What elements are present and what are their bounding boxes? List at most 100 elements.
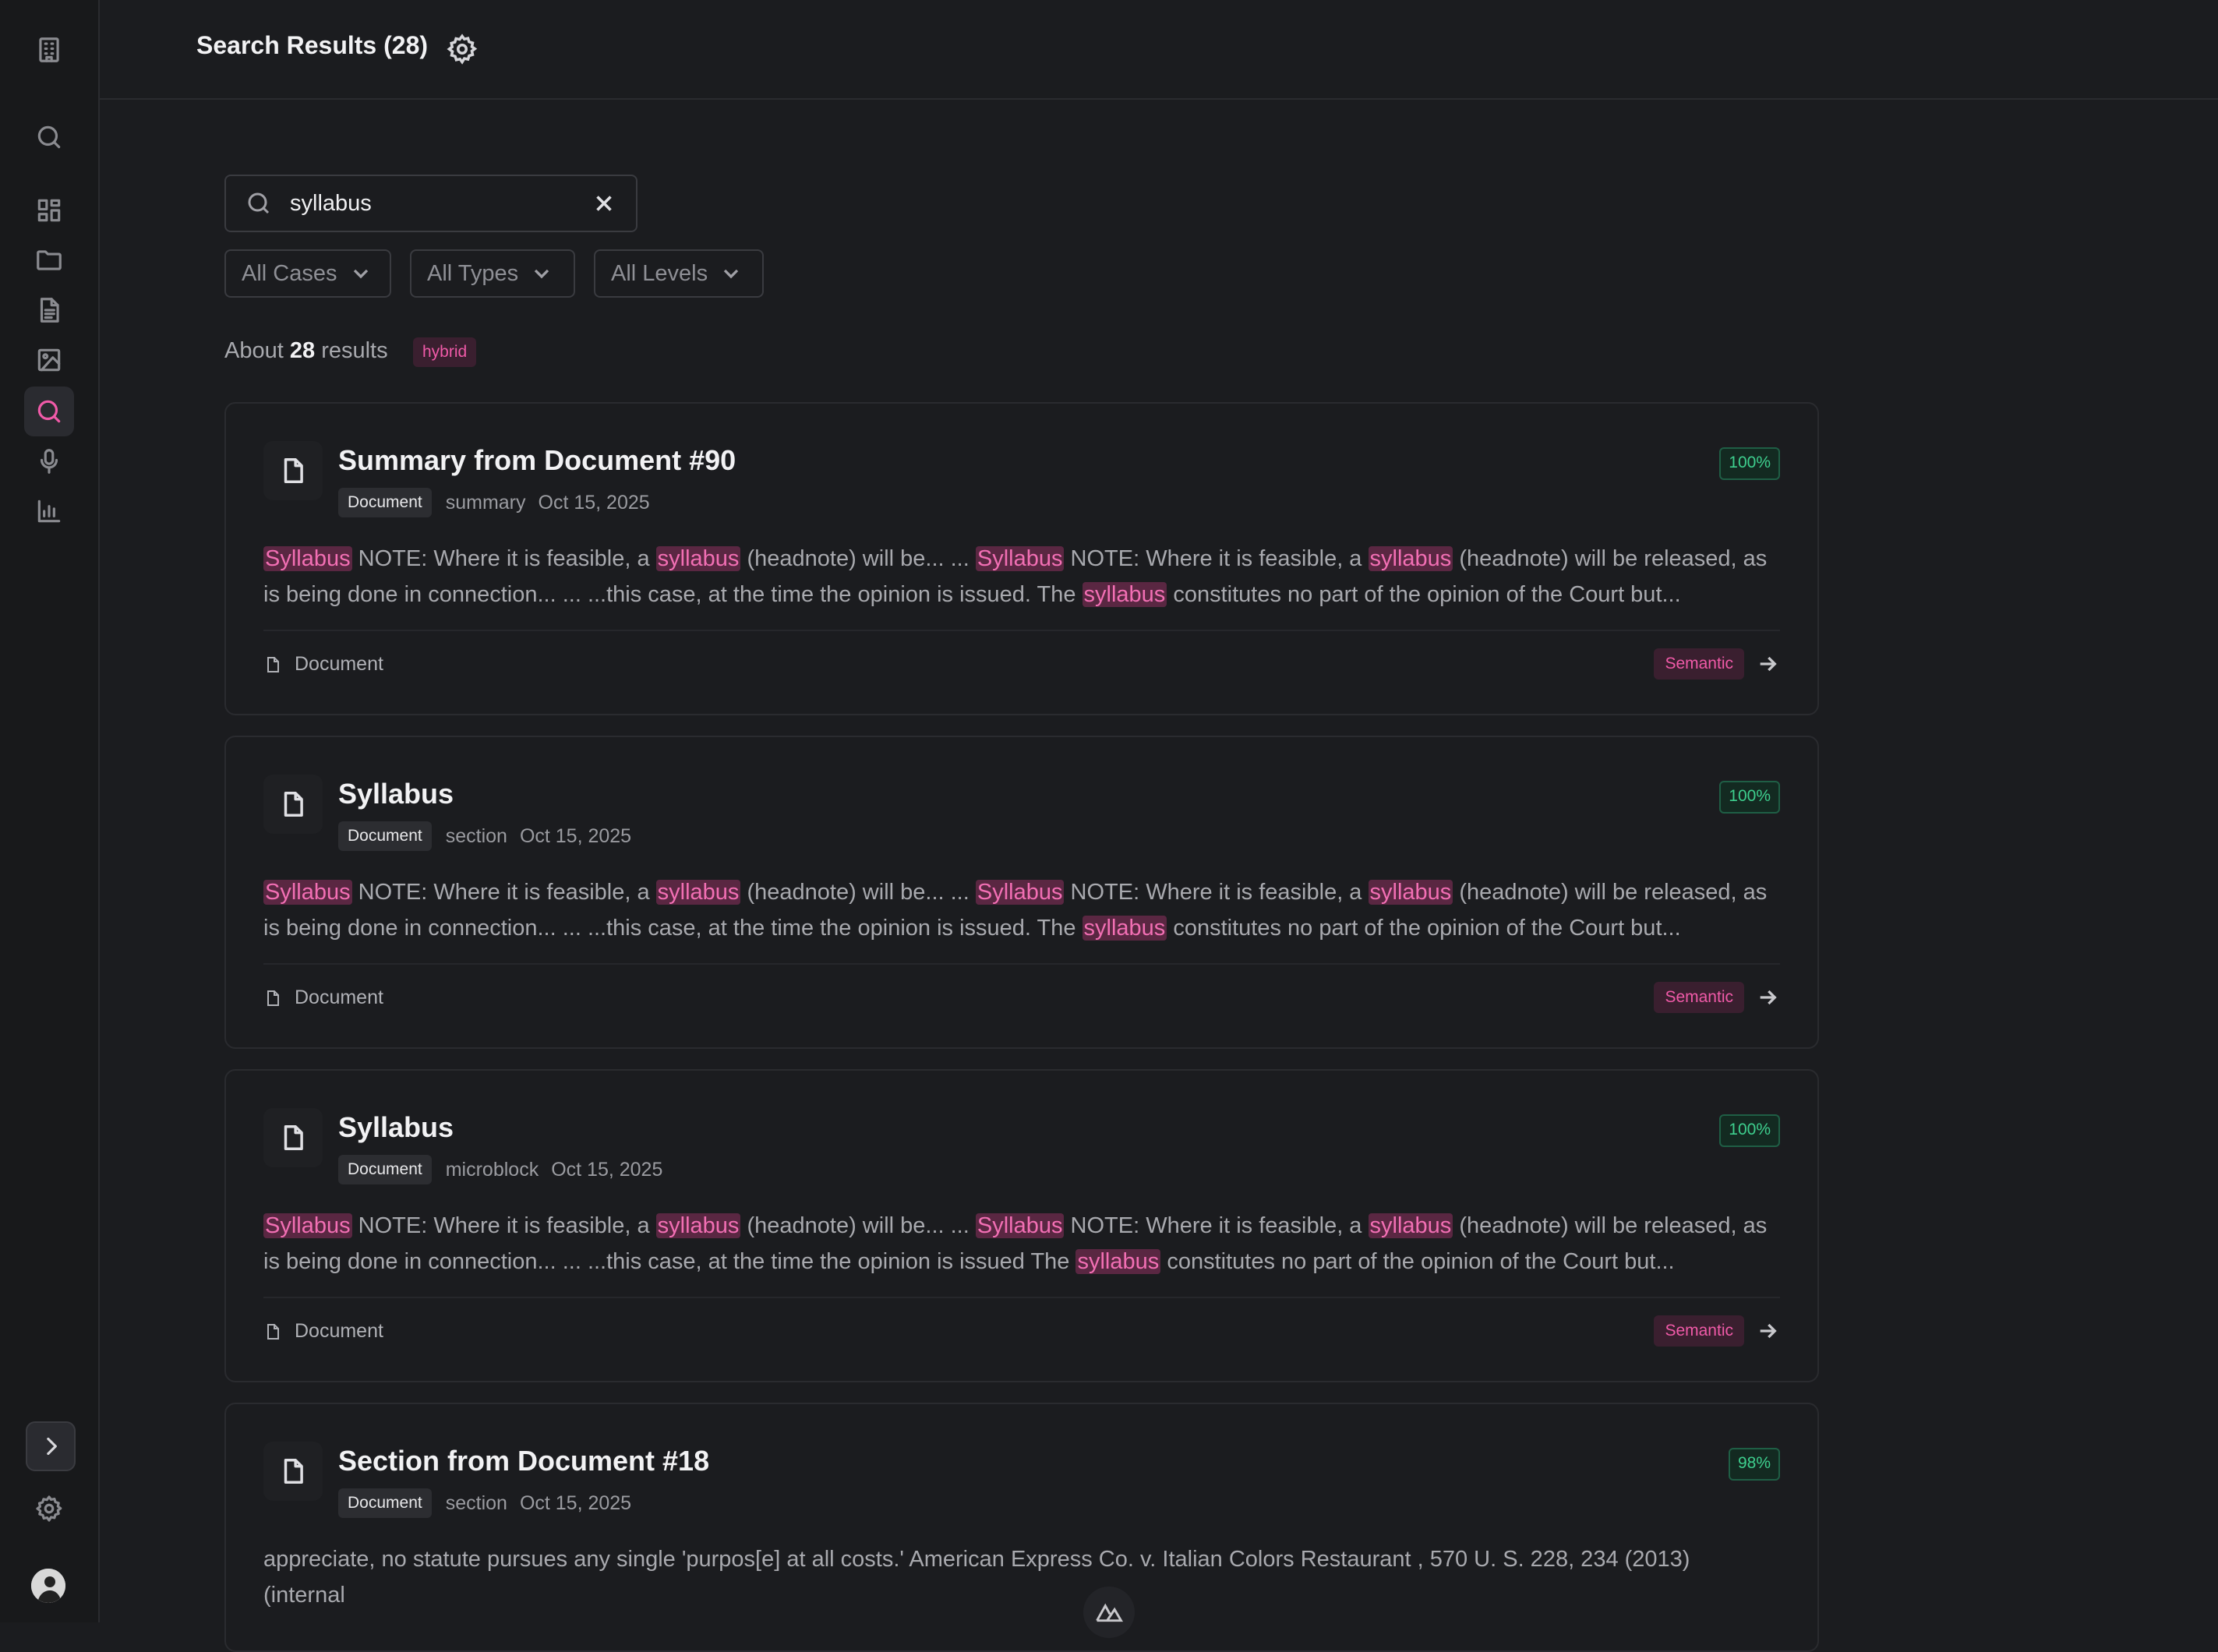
highlight-term: syllabus [655,880,741,905]
search-mode-badge: hybrid [413,337,477,367]
divider [263,963,1780,965]
highlight-term: syllabus [1075,1249,1161,1274]
result-source-label: Document [295,987,383,1008]
result-type-tag: Document [338,488,432,517]
building-icon[interactable] [24,25,74,75]
result-title[interactable]: Summary from Document #90 [338,444,736,477]
search-input[interactable] [288,187,572,220]
result-title[interactable]: Syllabus [338,778,454,810]
topbar: Search Results (28) [100,0,2218,100]
result-date: Oct 15, 2025 [551,1158,663,1181]
result-card[interactable]: Summary from Document #90 Document summary… [224,402,1819,715]
result-title[interactable]: Syllabus [338,1111,454,1144]
highlight-term: syllabus [1082,582,1167,607]
snippet-text: constitutes no part of the opinion of th… [1160,1249,1675,1274]
result-meta: Document section Oct 15, 2025 [338,821,631,851]
image-icon[interactable] [24,335,74,385]
file-icon [263,1442,323,1501]
chevron-down-icon [723,269,739,279]
result-source-label: Document [295,653,383,675]
expand-sidebar-button[interactable] [26,1421,76,1471]
result-date: Oct 15, 2025 [519,824,632,847]
nuxt-logo-icon[interactable] [1083,1587,1135,1638]
match-method-badge: Semantic [1654,648,1744,680]
folder-icon[interactable] [24,235,74,285]
file-icon [267,990,279,1006]
highlight-term: Syllabus [975,1213,1065,1238]
result-source-label: Document [295,1320,383,1342]
gear-icon[interactable] [446,33,479,65]
types-filter-dropdown[interactable]: All Types [410,249,575,298]
bar-chart-icon[interactable] [24,486,74,536]
file-icon [267,656,279,672]
highlight-term: Syllabus [263,880,352,905]
divider [263,1297,1780,1298]
result-type-tag: Document [338,821,432,851]
close-icon[interactable] [591,190,617,217]
avatar[interactable] [31,1569,65,1603]
snippet-text: NOTE: Where it is feasible, a [351,1213,656,1238]
highlight-term: Syllabus [975,546,1065,571]
sidebar [0,0,100,1622]
highlight-term: syllabus [1082,916,1167,941]
snippet-text: (headnote) will be... ... [740,1213,976,1238]
result-meta: Document microblock Oct 15, 2025 [338,1155,662,1184]
microphone-icon[interactable] [24,436,74,486]
result-card[interactable]: Syllabus Document section Oct 15, 2025 100% S… [224,736,1819,1049]
result-kind: microblock [445,1158,539,1181]
result-count: About 28 results [224,338,388,364]
highlight-term: Syllabus [975,880,1065,905]
levels-filter-label: All Levels [611,260,708,286]
relevance-score-badge: 98% [1728,1448,1780,1481]
file-icon [263,775,323,834]
highlight-term: syllabus [1368,1213,1453,1238]
result-snippet: appreciate, no statute pursues any singl… [263,1541,1771,1613]
highlight-term: syllabus [1368,546,1453,571]
snippet-text: constitutes no part of the opinion of th… [1167,916,1681,941]
result-card[interactable]: Section from Document #18 Document section… [224,1403,1819,1652]
result-source: Document [263,987,383,1009]
chevron-down-icon [534,269,549,279]
snippet-text: NOTE: Where it is feasible, a [351,546,656,571]
result-source: Document [263,1320,383,1343]
divider [263,630,1780,631]
search-icon[interactable] [24,112,74,162]
levels-filter-dropdown[interactable]: All Levels [594,249,764,298]
arrow-right-icon[interactable] [1755,651,1780,676]
result-type-tag: Document [338,1155,432,1184]
highlight-term: Syllabus [263,1213,352,1238]
arrow-right-icon[interactable] [1755,1318,1780,1343]
page-title: Search Results (28) [196,31,429,59]
highlight-term: syllabus [655,546,741,571]
result-title[interactable]: Section from Document #18 [338,1445,709,1477]
document-icon[interactable] [24,285,74,335]
result-snippet: Syllabus NOTE: Where it is feasible, a s… [263,874,1771,946]
highlight-term: Syllabus [263,546,352,571]
chevron-down-icon [353,269,368,279]
result-date: Oct 15, 2025 [519,1491,632,1514]
dashboard-icon[interactable] [24,185,74,235]
relevance-score-badge: 100% [1719,1114,1780,1147]
result-count-prefix: About [224,338,284,363]
result-snippet: Syllabus NOTE: Where it is feasible, a s… [263,541,1771,612]
result-meta: Document section Oct 15, 2025 [338,1488,631,1518]
result-date: Oct 15, 2025 [538,491,650,514]
snippet-text: NOTE: Where it is feasible, a [1064,1213,1369,1238]
gear-icon[interactable] [24,1484,74,1534]
chevron-right-icon [47,1437,57,1456]
relevance-score-badge: 100% [1719,781,1780,814]
snippet-text: (headnote) will be... ... [740,880,976,905]
cases-filter-dropdown[interactable]: All Cases [224,249,391,298]
search-icon [245,189,273,217]
result-card[interactable]: Syllabus Document microblock Oct 15, 2025 10… [224,1069,1819,1382]
file-icon [267,1323,279,1340]
match-method-badge: Semantic [1654,982,1744,1013]
search-box [224,175,637,232]
arrow-right-icon[interactable] [1755,985,1780,1010]
search-icon[interactable] [24,387,74,436]
result-source: Document [263,653,383,676]
result-kind: summary [445,491,526,514]
file-icon [263,441,323,500]
snippet-text: NOTE: Where it is feasible, a [1064,880,1369,905]
file-icon [263,1108,323,1167]
